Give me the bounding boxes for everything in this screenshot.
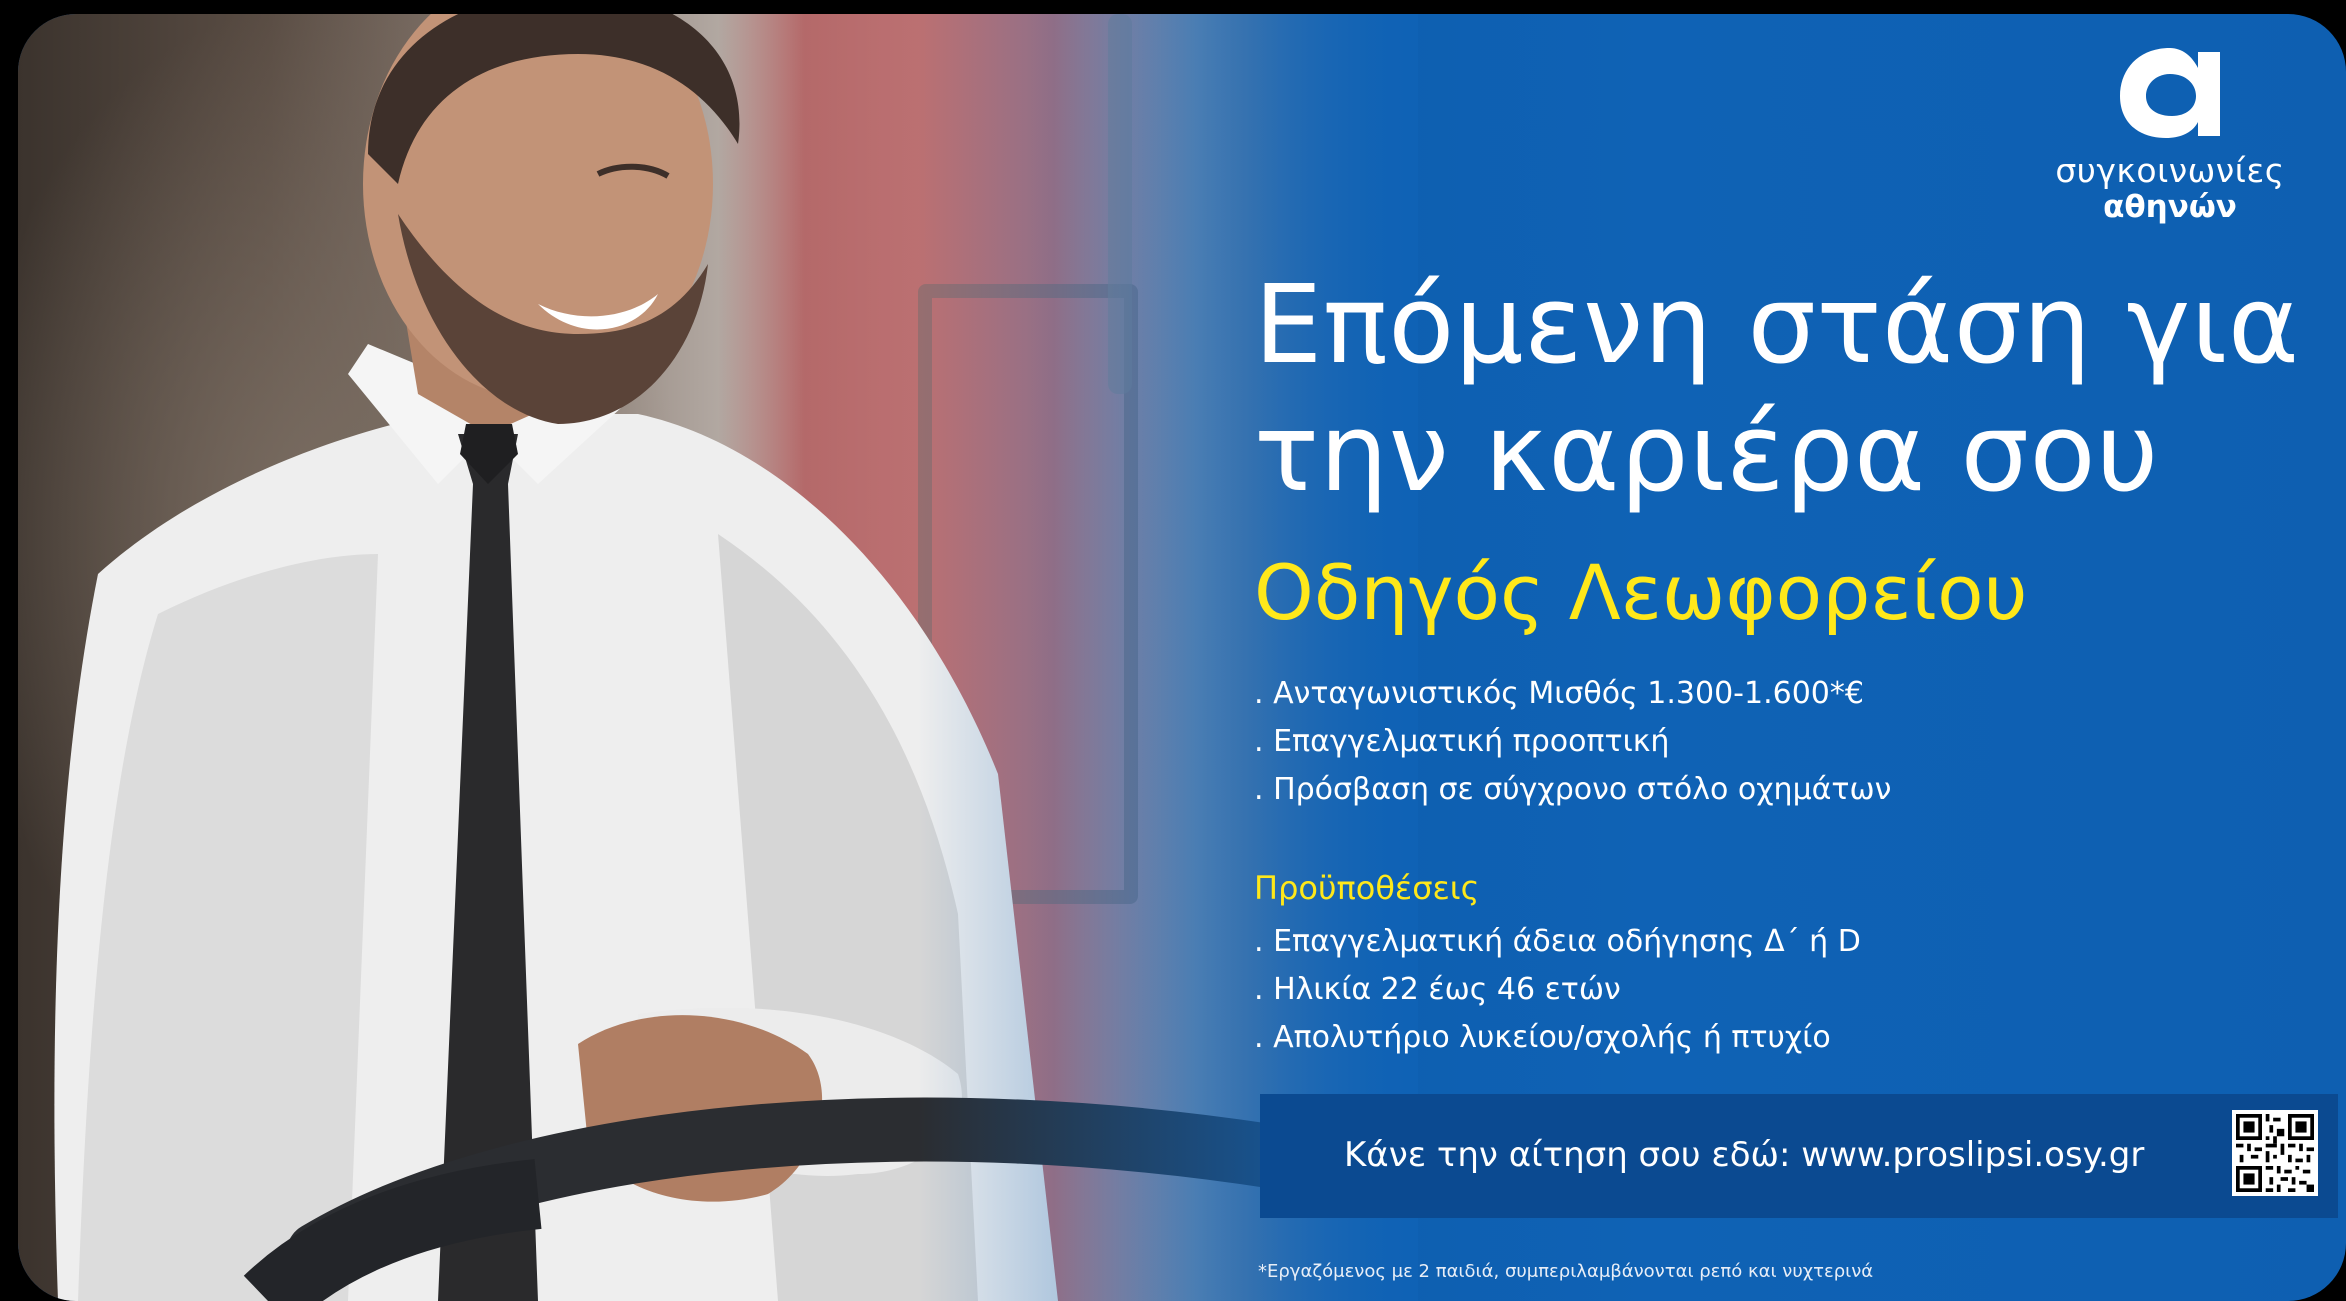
requirement-item: Ηλικία 22 έως 46 ετών <box>1254 966 2154 1014</box>
headline-line-2: την καριέρα σου <box>1254 391 2160 516</box>
apply-banner[interactable]: Κάνε την αίτηση σου εδώ: www.proslipsi.o… <box>1260 1094 2338 1218</box>
benefit-item: Πρόσβαση σε σύγχρονο στόλο οχημάτων <box>1254 766 2154 814</box>
requirement-item: Επαγγελματική άδεια οδήγησης Δ΄ ή D <box>1254 918 2154 966</box>
logo-line-2: αθηνών <box>2103 189 2237 225</box>
qr-code-icon[interactable] <box>2232 1110 2318 1196</box>
benefit-item: Επαγγελματική προοπτική <box>1254 718 2154 766</box>
headline: Επόμενη στάση για την καριέρα σου <box>1254 262 2334 518</box>
benefit-item: Ανταγωνιστικός Μισθός 1.300-1.600*€ <box>1254 670 2154 718</box>
alpha-logo-icon <box>2120 48 2220 138</box>
salary-footnote: *Εργαζόμενος με 2 παιδιά, συμπεριλαμβάνο… <box>1258 1261 1874 1282</box>
driver-photo <box>18 14 1418 1301</box>
apply-link-text[interactable]: Κάνε την αίτηση σου εδώ: www.proslipsi.o… <box>1344 1132 2144 1178</box>
headline-line-1: Επόμενη στάση για <box>1254 263 2300 388</box>
benefits-list: Ανταγωνιστικός Μισθός 1.300-1.600*€ Επαγ… <box>1254 670 2154 814</box>
brand-logo: συγκοινωνίες αθηνών <box>2050 40 2290 230</box>
job-ad-banner: συγκοινωνίες αθηνών Επόμενη στάση για τη… <box>18 14 2346 1301</box>
job-title: Οδηγός Λεωφορείου <box>1254 548 2028 637</box>
requirement-item: Απολυτήριο λυκείου/σχολής ή πτυχίο <box>1254 1014 2154 1062</box>
requirements-title: Προϋποθέσεις <box>1254 869 1480 907</box>
ad-content: συγκοινωνίες αθηνών Επόμενη στάση για τη… <box>1240 14 2346 1301</box>
requirements-list: Επαγγελματική άδεια οδήγησης Δ΄ ή D Ηλικ… <box>1254 918 2154 1062</box>
logo-line-1: συγκοινωνίες <box>2055 151 2285 190</box>
